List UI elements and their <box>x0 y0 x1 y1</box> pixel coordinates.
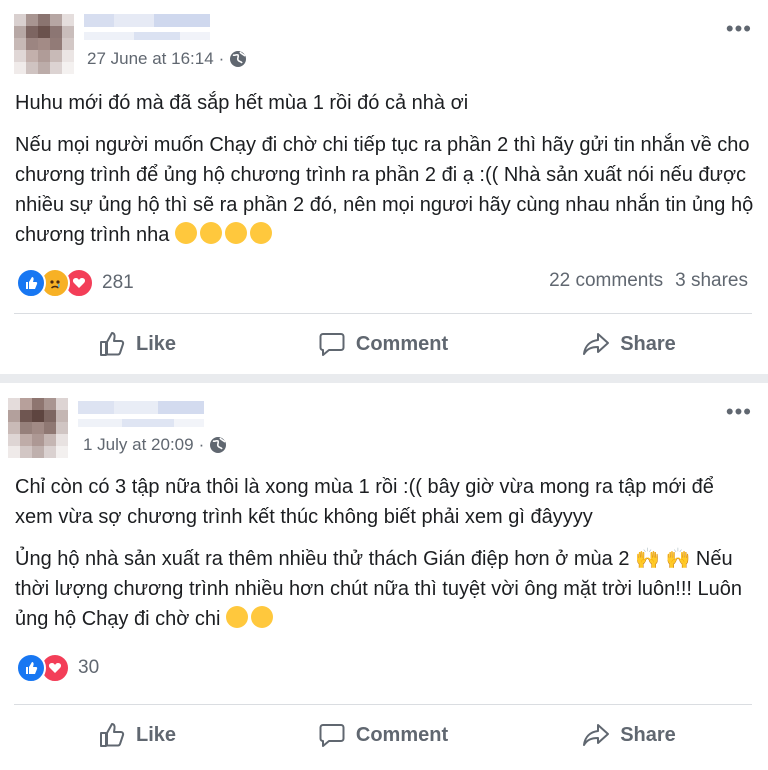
comment-bubble-icon <box>319 333 345 356</box>
share-button[interactable]: Share <box>506 318 752 370</box>
globe-icon <box>230 51 247 67</box>
post-actions: Like Comment Share <box>14 318 752 370</box>
post-timestamp[interactable]: 27 June at 16:14 <box>87 49 214 69</box>
reaction-count: 281 <box>102 272 134 293</box>
reaction-count: 30 <box>78 657 100 678</box>
author-name-blurred[interactable] <box>84 14 210 40</box>
share-arrow-icon <box>583 724 610 746</box>
thumbs-up-icon <box>99 723 125 747</box>
like-button[interactable]: Like <box>14 318 260 370</box>
reactions-summary[interactable]: 281 <box>16 268 134 298</box>
post-paragraph: Chỉ còn có 3 tập nữa thôi là xong mùa 1 … <box>15 476 714 528</box>
shares-count-link[interactable]: 3 shares <box>675 270 748 292</box>
post-actions: Like Comment Share <box>14 709 752 761</box>
post-meta: 1 July at 20:09 · <box>83 435 227 455</box>
avatar[interactable] <box>8 398 68 458</box>
engagement-stats: 22 comments 3 shares <box>549 270 748 292</box>
post-paragraph: Nếu mọi người muốn Chạy đi chờ chi tiếp … <box>15 134 754 246</box>
comments-count-link[interactable]: 22 comments <box>549 270 663 292</box>
share-arrow-icon <box>583 333 610 355</box>
comment-bubble-icon <box>319 724 345 747</box>
divider <box>14 313 752 314</box>
thumbs-up-icon <box>99 332 125 356</box>
divider <box>14 704 752 705</box>
post-card: 1 July at 20:09 · ••• Chỉ còn có 3 tập n… <box>0 383 768 770</box>
grinning-emoji-icon <box>226 606 276 630</box>
post-card: 27 June at 16:14 · ••• Huhu mới đó mà đã… <box>0 0 768 374</box>
reactions-summary[interactable]: 30 <box>16 653 99 683</box>
like-reaction-icon <box>16 653 46 683</box>
post-timestamp[interactable]: 1 July at 20:09 <box>83 435 194 455</box>
smiling-hearts-emoji-icon <box>174 222 275 246</box>
comment-button[interactable]: Comment <box>260 318 506 370</box>
share-button[interactable]: Share <box>506 709 752 761</box>
like-reaction-icon <box>16 268 46 298</box>
post-paragraph: Ủng hộ nhà sản xuất ra thêm nhiều thử th… <box>15 548 743 630</box>
author-name-blurred[interactable] <box>78 401 204 427</box>
avatar[interactable] <box>14 14 74 74</box>
more-options-icon[interactable]: ••• <box>726 401 752 423</box>
post-body: Chỉ còn có 3 tập nữa thôi là xong mùa 1 … <box>15 472 755 646</box>
comment-button[interactable]: Comment <box>260 709 506 761</box>
globe-icon <box>210 437 227 453</box>
like-button[interactable]: Like <box>14 709 260 761</box>
post-paragraph: Huhu mới đó mà đã sắp hết mùa 1 rồi đó c… <box>15 92 469 114</box>
post-body: Huhu mới đó mà đã sắp hết mùa 1 rồi đó c… <box>15 88 755 262</box>
post-meta: 27 June at 16:14 · <box>87 49 247 69</box>
more-options-icon[interactable]: ••• <box>726 18 752 40</box>
